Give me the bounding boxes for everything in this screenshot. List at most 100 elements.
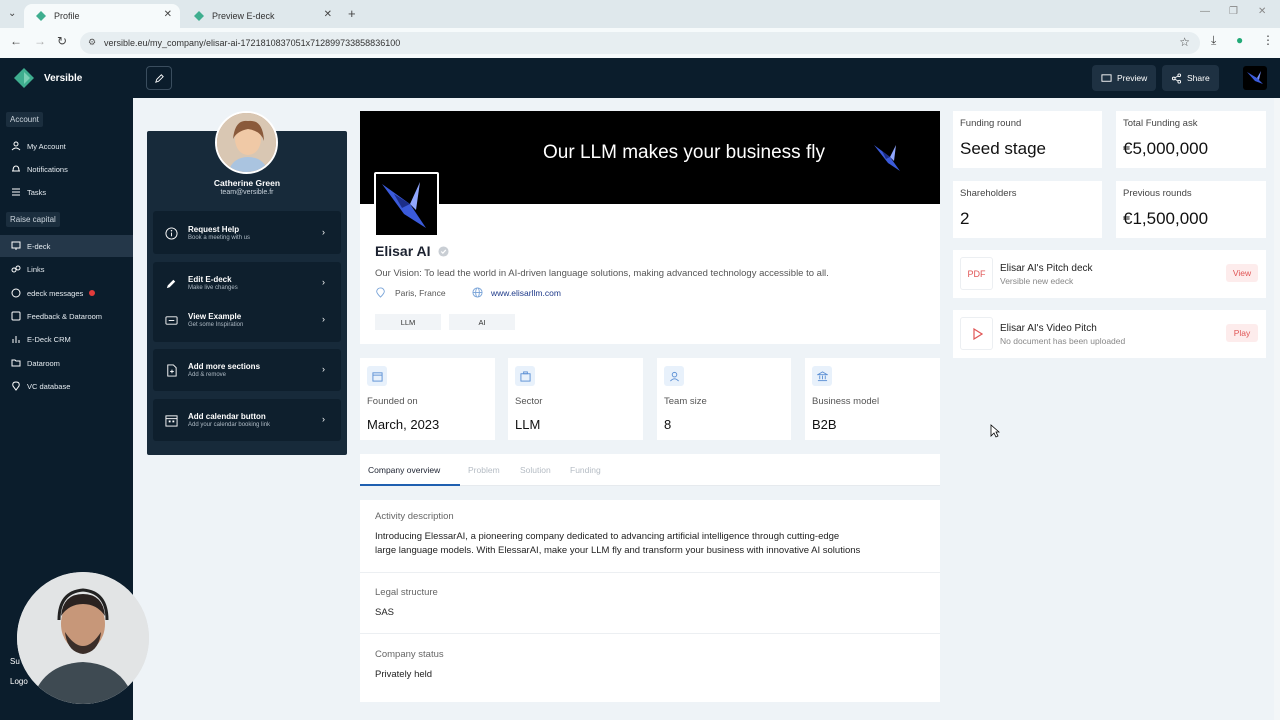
close-tab-icon[interactable]: ✕ — [324, 9, 332, 20]
stat-card-team-size: Team size 8 — [657, 358, 791, 440]
browser-tab-profile[interactable]: Profile ✕ — [24, 4, 180, 28]
company-name: Elisar AI — [375, 243, 449, 259]
close-window-icon[interactable]: ✕ — [1258, 6, 1266, 17]
document-subtitle: Versible new edeck — [1000, 276, 1074, 286]
tab-funding[interactable]: Funding — [570, 465, 601, 475]
legal-label: Legal structure — [375, 587, 438, 598]
sidebar-item-dataroom[interactable]: Dataroom — [0, 352, 133, 374]
sidebar-item-feedback[interactable]: Feedback & Dataroom — [0, 305, 133, 327]
brand-logo[interactable]: Versible — [14, 68, 82, 88]
bird-logo-icon — [874, 145, 900, 171]
presentation-icon — [11, 241, 21, 250]
company-vision: Our Vision: To lead the world in AI-driv… — [375, 268, 829, 279]
person-icon — [664, 366, 684, 386]
scrollbar[interactable] — [1274, 98, 1280, 720]
sidebar-item-label: edeck messages — [27, 288, 84, 298]
view-example-button[interactable]: View Example Get some Inspiration › — [153, 302, 341, 338]
request-help-button[interactable]: Request Help Book a meeting with us › — [153, 215, 341, 251]
edit-edeck-button[interactable]: Edit E-deck Make live changes › — [153, 265, 341, 301]
sidebar-item-tasks[interactable]: Tasks — [0, 181, 133, 203]
list-icon — [12, 188, 20, 196]
play-button[interactable]: Play — [1226, 324, 1258, 342]
tab-solution[interactable]: Solution — [520, 465, 551, 475]
previous-rounds-card: Previous rounds €1,500,000 — [1116, 181, 1266, 238]
company-logo — [374, 172, 439, 237]
sidebar-partial-text: Su — [10, 657, 20, 666]
bookmark-star-icon[interactable]: ☆ — [1179, 35, 1190, 49]
profile-name: Catherine Green — [213, 178, 281, 188]
add-calendar-button[interactable]: Add calendar button Add your calendar boo… — [153, 402, 341, 438]
sidebar-item-label: Tasks — [27, 187, 47, 197]
tag-chip: AI — [449, 314, 515, 330]
action-subtitle: Add your calendar booking link — [188, 422, 271, 428]
share-button[interactable]: Share — [1162, 65, 1219, 91]
video-pitch-item: Elisar AI's Video Pitch No document has … — [953, 310, 1266, 358]
brand-name: Versible — [44, 72, 83, 84]
add-sections-button[interactable]: Add more sections Add & remove › — [153, 352, 341, 388]
sidebar-item-label: VC database — [27, 381, 71, 391]
site-info-icon[interactable]: ⚙ — [88, 37, 96, 48]
example-icon — [165, 315, 178, 325]
activity-line-2: large language models. With ElessarAI, m… — [375, 545, 861, 556]
reload-icon[interactable]: ↻ — [57, 34, 67, 48]
view-button[interactable]: View — [1226, 264, 1258, 282]
action-subtitle: Make live changes — [188, 285, 238, 291]
active-tab-indicator — [360, 484, 460, 486]
company-website-link[interactable]: www.elisarllm.com — [472, 287, 561, 298]
location-pin-icon — [376, 287, 385, 298]
tab-company-overview[interactable]: Company overview — [368, 465, 440, 475]
feedback-icon — [11, 311, 21, 321]
sidebar-item-my-account[interactable]: My Account — [0, 135, 133, 157]
company-avatar[interactable] — [1243, 66, 1267, 90]
sidebar-item-edeck[interactable]: E-deck — [0, 235, 133, 257]
versible-favicon-icon — [36, 11, 46, 21]
preview-button[interactable]: Preview — [1092, 65, 1157, 91]
stat-value: 8 — [664, 417, 672, 432]
chevron-right-icon: › — [322, 414, 325, 424]
back-icon[interactable]: ← — [10, 34, 22, 48]
preview-label: Preview — [1117, 73, 1148, 83]
document-subtitle: No document has been uploaded — [1000, 336, 1126, 346]
tab-title: Profile — [54, 11, 80, 21]
divider — [360, 572, 940, 573]
sidebar-item-notifications[interactable]: Notifications — [0, 158, 133, 180]
sidebar-item-label: E-deck — [27, 241, 51, 251]
pencil-icon — [154, 73, 164, 83]
action-subtitle: Get some Inspiration — [188, 322, 244, 328]
close-tab-icon[interactable]: ✕ — [164, 9, 172, 20]
stat-card-founded: Founded on March, 2023 — [360, 358, 495, 440]
chevron-right-icon: › — [322, 314, 325, 324]
sidebar-item-vc-database[interactable]: VC database — [0, 375, 133, 397]
logout-link[interactable]: Logo — [10, 677, 28, 686]
edit-button[interactable] — [146, 66, 172, 90]
url-bar[interactable]: ⚙ versible.eu/my_company/elisar-ai-17218… — [80, 32, 1200, 54]
link-icon — [11, 265, 21, 273]
pdf-icon-text: PDF — [967, 268, 986, 279]
shareholders-label: Shareholders — [960, 188, 1017, 199]
action-title: Add calendar button — [188, 412, 266, 421]
tab-problem[interactable]: Problem — [468, 465, 500, 475]
minimize-icon[interactable]: — — [1200, 6, 1210, 17]
stat-card-sector: Sector LLM — [508, 358, 643, 440]
sidebar-item-crm[interactable]: E-Deck CRM — [0, 328, 133, 350]
new-tab-icon[interactable]: + — [348, 6, 356, 21]
chart-icon — [12, 336, 20, 343]
browser-tabbar: ⌄ Profile ✕ Preview E-deck ✕ + — ❐ ✕ — [0, 0, 1280, 28]
sidebar-item-links[interactable]: Links — [0, 258, 133, 280]
download-icon[interactable]: ⤓ — [1211, 33, 1216, 48]
bell-icon — [12, 165, 20, 172]
extension-icon[interactable]: ● — [1236, 33, 1243, 47]
funding-ask-card: Total Funding ask €5,000,000 — [1116, 111, 1266, 168]
menu-dots-icon[interactable]: ⋮ — [1262, 33, 1274, 47]
tag-chip: LLM — [375, 314, 441, 330]
action-title: View Example — [188, 312, 242, 321]
browser-tab-preview[interactable]: Preview E-deck ✕ — [182, 4, 340, 28]
bird-logo-icon — [1247, 71, 1263, 84]
tab-list-chevron-icon[interactable]: ⌄ — [8, 8, 16, 19]
document-title: Elisar AI's Video Pitch — [1000, 323, 1097, 334]
sidebar-item-edeck-messages[interactable]: edeck messages — [0, 282, 133, 304]
maximize-icon[interactable]: ❐ — [1229, 6, 1238, 17]
forward-icon[interactable]: → — [34, 34, 46, 48]
stat-label: Team size — [664, 396, 707, 407]
share-label: Share — [1187, 73, 1210, 83]
